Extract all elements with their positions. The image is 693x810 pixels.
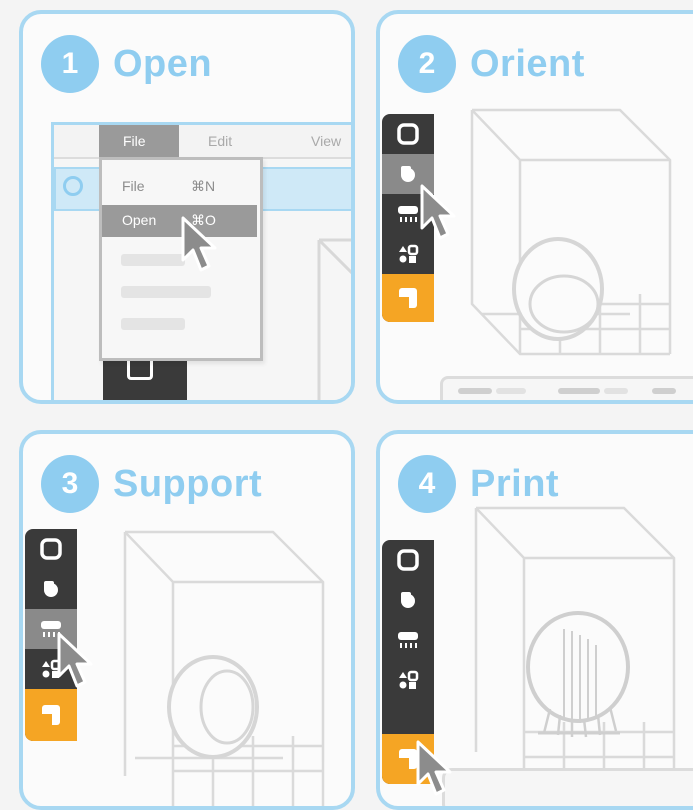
step-header: 1 Open [41, 34, 212, 94]
bar-segment [496, 388, 526, 394]
orient-shapes-icon [401, 166, 415, 182]
menu-item-placeholder[interactable] [121, 254, 185, 266]
step-title: Open [113, 42, 213, 85]
menu-item-file-label: File [122, 178, 145, 194]
step-title: Print [470, 462, 560, 505]
bar-segment [458, 388, 492, 394]
model-with-supports [526, 611, 630, 738]
tool-button-box[interactable] [25, 529, 77, 569]
tool-button-box[interactable] [382, 540, 434, 580]
tool-button-print[interactable] [382, 274, 434, 322]
arrow-cursor-icon [57, 632, 93, 688]
menu-item-placeholder[interactable] [121, 318, 185, 330]
arrow-cursor-icon [181, 216, 217, 272]
step-number: 2 [398, 35, 456, 93]
orient-shapes-icon [44, 581, 58, 597]
box-outline-icon [397, 123, 419, 145]
step-support-panel: 3 Support [19, 430, 355, 810]
tool-button-box[interactable] [382, 114, 434, 154]
tool-button-print[interactable] [25, 689, 77, 741]
step-number: 4 [398, 455, 456, 513]
step-print-panel: 4 Print [376, 430, 693, 810]
layout-shapes-icon [399, 244, 419, 263]
tool-sidebar-gap [382, 700, 434, 734]
menu-view-label[interactable]: View [311, 133, 341, 149]
step-number: 1 [41, 35, 99, 93]
step-title: Orient [470, 42, 585, 85]
orient-shapes-icon [401, 592, 415, 608]
menu-file-label: File [123, 133, 146, 149]
bar-segment [558, 388, 600, 394]
bar-segment [604, 388, 628, 394]
tool-button-layout[interactable] [382, 660, 434, 700]
menu-item-file-shortcut: ⌘N [191, 178, 216, 194]
step-open-panel: 1 Open File Edit View File ⌘N Open ⌘O [19, 10, 355, 404]
tool-button-orient[interactable] [25, 569, 77, 609]
model-ring [167, 655, 259, 759]
bottom-panel-edge [442, 768, 693, 806]
arrow-cursor-icon [416, 740, 452, 796]
support-tool-icon [398, 632, 418, 648]
tool-button-support[interactable] [382, 620, 434, 660]
print-layers-icon [399, 288, 417, 308]
step-header: 2 Orient [398, 34, 585, 94]
step-number: 3 [41, 455, 99, 513]
step-title: Support [113, 462, 263, 505]
tool-button-orient[interactable] [382, 580, 434, 620]
arrow-cursor-icon [420, 184, 456, 240]
box-outline-icon [40, 538, 62, 560]
bar-segment [652, 388, 676, 394]
menu-item-placeholder[interactable] [121, 286, 211, 298]
build-volume-outline [317, 238, 351, 400]
step-orient-panel: 2 Orient [376, 10, 693, 404]
menu-item-open-label: Open [122, 212, 157, 228]
print-layers-icon [42, 705, 60, 725]
layout-shapes-icon [399, 670, 419, 689]
menu-edit-label[interactable]: Edit [208, 133, 232, 149]
step-header: 3 Support [41, 454, 262, 514]
model-ring [512, 237, 604, 341]
box-outline-icon [397, 549, 419, 571]
tab-circle-icon [63, 176, 83, 196]
